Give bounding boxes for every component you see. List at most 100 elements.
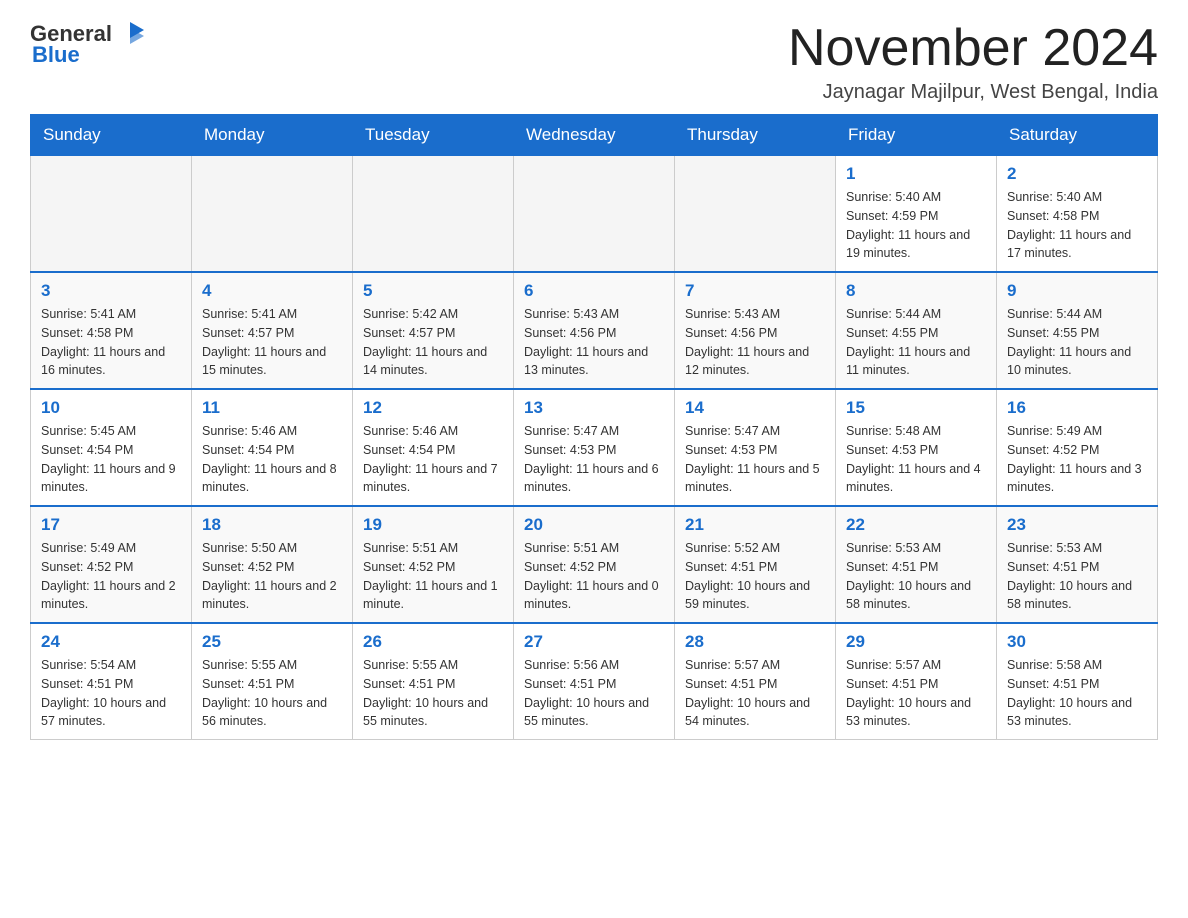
table-row: 23 Sunrise: 5:53 AM Sunset: 4:51 PM Dayli… bbox=[997, 506, 1158, 623]
calendar-week-row: 10Sunrise: 5:45 AM Sunset: 4:54 PM Dayli… bbox=[31, 389, 1158, 506]
day-number: 8 bbox=[846, 281, 986, 301]
day-number: 3 bbox=[41, 281, 181, 301]
day-info: Sunrise: 5:53 AM Sunset: 4:51 PM Dayligh… bbox=[846, 539, 986, 614]
calendar-table: Sunday Monday Tuesday Wednesday Thursday… bbox=[30, 114, 1158, 740]
calendar-week-row: 17 Sunrise: 5:49 AM Sunset: 4:52 PM Dayli… bbox=[31, 506, 1158, 623]
logo-blue-text: Blue bbox=[32, 42, 80, 68]
day-number: 18 bbox=[202, 515, 342, 535]
day-info: Sunrise: 5:48 AM Sunset: 4:53 PM Dayligh… bbox=[846, 422, 986, 497]
day-number: 28 bbox=[685, 632, 825, 652]
day-number: 14 bbox=[685, 398, 825, 418]
day-number: 29 bbox=[846, 632, 986, 652]
calendar-week-row: 1 Sunrise: 5:40 AM Sunset: 4:59 PM Daylig… bbox=[31, 156, 1158, 273]
day-number: 2 bbox=[1007, 164, 1147, 184]
day-number: 23 bbox=[1007, 515, 1147, 535]
day-info: Sunrise: 5:51 AM Sunset: 4:52 PM Dayligh… bbox=[363, 539, 503, 614]
day-number: 16 bbox=[1007, 398, 1147, 418]
table-row: 29 Sunrise: 5:57 AM Sunset: 4:51 PM Dayli… bbox=[836, 623, 997, 740]
day-number: 9 bbox=[1007, 281, 1147, 301]
day-number: 26 bbox=[363, 632, 503, 652]
day-number: 1 bbox=[846, 164, 986, 184]
day-number: 6 bbox=[524, 281, 664, 301]
table-row: 3 Sunrise: 5:41 AM Sunset: 4:58 PM Daylig… bbox=[31, 272, 192, 389]
day-info: Sunrise: 5:40 AM Sunset: 4:58 PM Dayligh… bbox=[1007, 188, 1147, 263]
day-info: Sunrise: 5:57 AM Sunset: 4:51 PM Dayligh… bbox=[846, 656, 986, 731]
header-sunday: Sunday bbox=[31, 115, 192, 156]
day-info: Sunrise: 5:55 AM Sunset: 4:51 PM Dayligh… bbox=[202, 656, 342, 731]
day-info: Sunrise: 5:47 AM Sunset: 4:53 PM Dayligh… bbox=[685, 422, 825, 497]
header-saturday: Saturday bbox=[997, 115, 1158, 156]
day-number: 15 bbox=[846, 398, 986, 418]
day-info: Sunrise: 5:41 AM Sunset: 4:57 PM Dayligh… bbox=[202, 305, 342, 380]
day-info: Sunrise: 5:57 AM Sunset: 4:51 PM Dayligh… bbox=[685, 656, 825, 731]
location-title: Jaynagar Majilpur, West Bengal, India bbox=[788, 81, 1158, 104]
day-info: Sunrise: 5:49 AM Sunset: 4:52 PM Dayligh… bbox=[1007, 422, 1147, 497]
calendar-week-row: 24 Sunrise: 5:54 AM Sunset: 4:51 PM Dayli… bbox=[31, 623, 1158, 740]
table-row: 7 Sunrise: 5:43 AM Sunset: 4:56 PM Daylig… bbox=[675, 272, 836, 389]
day-info: Sunrise: 5:54 AM Sunset: 4:51 PM Dayligh… bbox=[41, 656, 181, 731]
table-row bbox=[31, 156, 192, 273]
table-row: 1 Sunrise: 5:40 AM Sunset: 4:59 PM Daylig… bbox=[836, 156, 997, 273]
table-row: 20Sunrise: 5:51 AM Sunset: 4:52 PM Dayli… bbox=[514, 506, 675, 623]
day-info: Sunrise: 5:55 AM Sunset: 4:51 PM Dayligh… bbox=[363, 656, 503, 731]
day-number: 21 bbox=[685, 515, 825, 535]
day-number: 12 bbox=[363, 398, 503, 418]
day-number: 25 bbox=[202, 632, 342, 652]
day-number: 24 bbox=[41, 632, 181, 652]
table-row bbox=[675, 156, 836, 273]
day-info: Sunrise: 5:46 AM Sunset: 4:54 PM Dayligh… bbox=[363, 422, 503, 497]
table-row: 28 Sunrise: 5:57 AM Sunset: 4:51 PM Dayli… bbox=[675, 623, 836, 740]
day-info: Sunrise: 5:52 AM Sunset: 4:51 PM Dayligh… bbox=[685, 539, 825, 614]
table-row: 18 Sunrise: 5:50 AM Sunset: 4:52 PM Dayli… bbox=[192, 506, 353, 623]
table-row: 5Sunrise: 5:42 AM Sunset: 4:57 PM Daylig… bbox=[353, 272, 514, 389]
table-row: 27 Sunrise: 5:56 AM Sunset: 4:51 PM Dayli… bbox=[514, 623, 675, 740]
day-info: Sunrise: 5:49 AM Sunset: 4:52 PM Dayligh… bbox=[41, 539, 181, 614]
table-row: 24 Sunrise: 5:54 AM Sunset: 4:51 PM Dayli… bbox=[31, 623, 192, 740]
table-row: 8 Sunrise: 5:44 AM Sunset: 4:55 PM Daylig… bbox=[836, 272, 997, 389]
day-number: 22 bbox=[846, 515, 986, 535]
day-info: Sunrise: 5:43 AM Sunset: 4:56 PM Dayligh… bbox=[685, 305, 825, 380]
day-info: Sunrise: 5:46 AM Sunset: 4:54 PM Dayligh… bbox=[202, 422, 342, 497]
day-info: Sunrise: 5:43 AM Sunset: 4:56 PM Dayligh… bbox=[524, 305, 664, 380]
day-number: 7 bbox=[685, 281, 825, 301]
day-info: Sunrise: 5:50 AM Sunset: 4:52 PM Dayligh… bbox=[202, 539, 342, 614]
header-friday: Friday bbox=[836, 115, 997, 156]
calendar-week-row: 3 Sunrise: 5:41 AM Sunset: 4:58 PM Daylig… bbox=[31, 272, 1158, 389]
day-info: Sunrise: 5:56 AM Sunset: 4:51 PM Dayligh… bbox=[524, 656, 664, 731]
table-row: 10Sunrise: 5:45 AM Sunset: 4:54 PM Dayli… bbox=[31, 389, 192, 506]
day-info: Sunrise: 5:40 AM Sunset: 4:59 PM Dayligh… bbox=[846, 188, 986, 263]
table-row: 12 Sunrise: 5:46 AM Sunset: 4:54 PM Dayli… bbox=[353, 389, 514, 506]
day-info: Sunrise: 5:47 AM Sunset: 4:53 PM Dayligh… bbox=[524, 422, 664, 497]
table-row: 9Sunrise: 5:44 AM Sunset: 4:55 PM Daylig… bbox=[997, 272, 1158, 389]
day-info: Sunrise: 5:42 AM Sunset: 4:57 PM Dayligh… bbox=[363, 305, 503, 380]
day-info: Sunrise: 5:44 AM Sunset: 4:55 PM Dayligh… bbox=[846, 305, 986, 380]
table-row bbox=[353, 156, 514, 273]
day-number: 4 bbox=[202, 281, 342, 301]
header-wednesday: Wednesday bbox=[514, 115, 675, 156]
day-number: 27 bbox=[524, 632, 664, 652]
table-row: 25 Sunrise: 5:55 AM Sunset: 4:51 PM Dayli… bbox=[192, 623, 353, 740]
table-row: 17 Sunrise: 5:49 AM Sunset: 4:52 PM Dayli… bbox=[31, 506, 192, 623]
table-row: 2 Sunrise: 5:40 AM Sunset: 4:58 PM Daylig… bbox=[997, 156, 1158, 273]
logo-flag-icon bbox=[114, 20, 146, 48]
day-info: Sunrise: 5:41 AM Sunset: 4:58 PM Dayligh… bbox=[41, 305, 181, 380]
day-info: Sunrise: 5:53 AM Sunset: 4:51 PM Dayligh… bbox=[1007, 539, 1147, 614]
title-area: November 2024 Jaynagar Majilpur, West Be… bbox=[788, 20, 1158, 104]
table-row: 6 Sunrise: 5:43 AM Sunset: 4:56 PM Daylig… bbox=[514, 272, 675, 389]
table-row: 19 Sunrise: 5:51 AM Sunset: 4:52 PM Dayli… bbox=[353, 506, 514, 623]
day-info: Sunrise: 5:51 AM Sunset: 4:52 PM Dayligh… bbox=[524, 539, 664, 614]
day-number: 19 bbox=[363, 515, 503, 535]
day-number: 17 bbox=[41, 515, 181, 535]
table-row: 16 Sunrise: 5:49 AM Sunset: 4:52 PM Dayli… bbox=[997, 389, 1158, 506]
header-thursday: Thursday bbox=[675, 115, 836, 156]
table-row: 21 Sunrise: 5:52 AM Sunset: 4:51 PM Dayli… bbox=[675, 506, 836, 623]
header-monday: Monday bbox=[192, 115, 353, 156]
day-number: 11 bbox=[202, 398, 342, 418]
day-info: Sunrise: 5:45 AM Sunset: 4:54 PM Dayligh… bbox=[41, 422, 181, 497]
table-row: 15 Sunrise: 5:48 AM Sunset: 4:53 PM Dayli… bbox=[836, 389, 997, 506]
table-row bbox=[192, 156, 353, 273]
table-row: 13 Sunrise: 5:47 AM Sunset: 4:53 PM Dayli… bbox=[514, 389, 675, 506]
day-number: 13 bbox=[524, 398, 664, 418]
table-row: 22 Sunrise: 5:53 AM Sunset: 4:51 PM Dayli… bbox=[836, 506, 997, 623]
calendar-header-row: Sunday Monday Tuesday Wednesday Thursday… bbox=[31, 115, 1158, 156]
